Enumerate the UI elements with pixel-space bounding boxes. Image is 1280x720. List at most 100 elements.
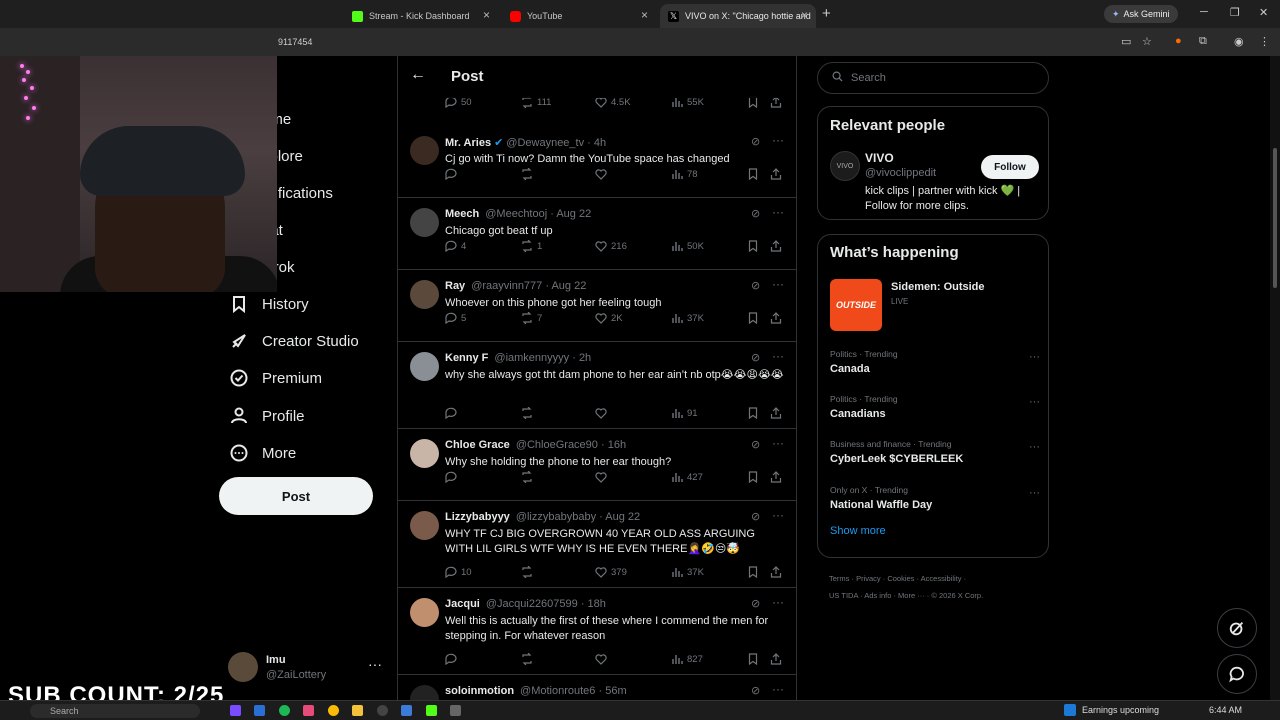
like-button[interactable] bbox=[595, 407, 611, 419]
author-name[interactable]: Chloe Grace bbox=[445, 439, 510, 451]
views-button[interactable]: 78 bbox=[671, 168, 698, 180]
repost-button[interactable] bbox=[521, 566, 537, 578]
close-tab-icon[interactable]: × bbox=[483, 8, 490, 22]
relevant-person-name[interactable]: VIVO bbox=[865, 151, 894, 165]
like-button[interactable]: 216 bbox=[595, 240, 627, 252]
reply-post[interactable]: Chloe Grace @ChloeGrace90 · 16h ⊘ ··· Why sh… bbox=[398, 429, 796, 501]
share-icon[interactable] bbox=[770, 653, 786, 665]
trend-item[interactable]: Business and finance · Trending CyberLee… bbox=[830, 439, 1040, 465]
grok-explain-icon[interactable]: ⊘ bbox=[751, 135, 760, 148]
post-time[interactable]: · 2h bbox=[572, 352, 591, 364]
views-button[interactable]: 91 bbox=[671, 407, 698, 419]
reply-button[interactable]: 4 bbox=[445, 240, 466, 252]
bookmark-icon[interactable] bbox=[747, 471, 763, 483]
bookmark-icon[interactable] bbox=[747, 240, 763, 252]
repost-button[interactable]: 7 bbox=[521, 312, 542, 324]
reply-button[interactable]: 5 bbox=[445, 312, 466, 324]
reply-post[interactable]: Meech @Meechtooj · Aug 22 ⊘ ··· Chicago got … bbox=[398, 198, 796, 270]
share-icon[interactable] bbox=[770, 407, 786, 419]
like-button[interactable] bbox=[595, 168, 611, 180]
post-time[interactable]: · Aug 22 bbox=[545, 280, 586, 292]
bookmark-icon[interactable] bbox=[747, 566, 763, 578]
more-options-icon[interactable]: ··· bbox=[772, 349, 784, 363]
live-event-thumbnail[interactable]: OUTSIDE bbox=[830, 279, 882, 331]
close-tab-icon[interactable]: × bbox=[641, 8, 648, 22]
follow-button[interactable]: Follow bbox=[981, 155, 1039, 179]
more-options-icon[interactable]: ··· bbox=[772, 682, 784, 696]
views-button[interactable]: 37K bbox=[671, 566, 704, 578]
avatar[interactable] bbox=[410, 598, 439, 627]
minimize-icon[interactable]: ─ bbox=[1200, 6, 1208, 18]
reply-post[interactable]: Kenny F @iamkennyyyy · 2h ⊘ ··· why she alwa… bbox=[398, 342, 796, 429]
like-button[interactable] bbox=[595, 471, 611, 483]
bookmark-star-icon[interactable]: ☆ bbox=[1142, 35, 1152, 48]
post-time[interactable]: · 4h bbox=[587, 137, 606, 149]
post-time[interactable]: · 56m bbox=[598, 685, 626, 697]
author-handle[interactable]: @lizzybabybaby bbox=[516, 511, 596, 523]
taskbar-app-icon[interactable] bbox=[303, 705, 314, 716]
avatar[interactable] bbox=[410, 208, 439, 237]
views-button[interactable]: 827 bbox=[671, 653, 703, 665]
earnings-widget[interactable]: Earnings upcoming bbox=[1064, 704, 1159, 716]
bookmark-icon[interactable] bbox=[747, 168, 763, 180]
close-window-icon[interactable]: ✕ bbox=[1259, 6, 1268, 19]
author-name[interactable]: Lizzybabyyy bbox=[445, 511, 510, 523]
post-time[interactable]: · Aug 22 bbox=[550, 208, 591, 220]
account-switcher[interactable]: Imu @ZaiLottery ··· bbox=[228, 650, 388, 686]
views-button[interactable]: 50K bbox=[671, 240, 704, 252]
chrome-menu-icon[interactable]: ⋮ bbox=[1259, 35, 1270, 48]
file-explorer-icon[interactable] bbox=[352, 705, 363, 716]
author-handle[interactable]: @raayvinn777 bbox=[471, 280, 542, 292]
trend-item[interactable]: Politics · Trending Canadians ··· bbox=[830, 394, 1040, 420]
trend-more-icon[interactable]: ··· bbox=[1029, 487, 1040, 499]
author-handle[interactable]: @Jacqui22607599 bbox=[486, 598, 578, 610]
nav-more[interactable]: More bbox=[228, 438, 296, 468]
nav-premium[interactable]: Premium bbox=[228, 363, 322, 393]
reply-button[interactable]: 10 bbox=[445, 566, 472, 578]
author-name[interactable]: Meech bbox=[445, 208, 479, 220]
share-icon[interactable] bbox=[770, 471, 786, 483]
bookmark-icon[interactable] bbox=[747, 407, 763, 419]
restore-icon[interactable]: ❐ bbox=[1230, 6, 1240, 19]
author-handle[interactable]: @Dewaynee_tv bbox=[506, 137, 584, 149]
grok-explain-icon[interactable]: ⊘ bbox=[751, 510, 760, 523]
nav-history[interactable]: History bbox=[228, 289, 309, 319]
more-options-icon[interactable]: ··· bbox=[772, 508, 784, 522]
taskbar-app-icon[interactable] bbox=[450, 705, 461, 716]
reply-post[interactable]: Mr. Aries ✔ @Dewaynee_tv · 4h ⊘ ··· Cj go wit… bbox=[398, 126, 796, 198]
grok-explain-icon[interactable]: ⊘ bbox=[751, 351, 760, 364]
grok-fab-button[interactable] bbox=[1217, 608, 1257, 648]
author-name[interactable]: Kenny F bbox=[445, 352, 488, 364]
avatar[interactable] bbox=[410, 439, 439, 468]
more-options-icon[interactable]: ··· bbox=[772, 277, 784, 291]
repost-button[interactable] bbox=[521, 407, 537, 419]
author-name[interactable]: Ray bbox=[445, 280, 465, 292]
repost-button[interactable] bbox=[521, 168, 537, 180]
repost-button[interactable] bbox=[521, 471, 537, 483]
tab-vivo-on-x[interactable]: 𝕏 VIVO on X: "Chicago hottie and × bbox=[660, 4, 816, 28]
more-options-icon[interactable]: ··· bbox=[772, 595, 784, 609]
trend-more-icon[interactable]: ··· bbox=[1029, 396, 1040, 408]
close-tab-icon[interactable]: × bbox=[801, 8, 808, 22]
trend-more-icon[interactable]: ··· bbox=[1029, 351, 1040, 363]
avatar[interactable] bbox=[410, 352, 439, 381]
avatar[interactable] bbox=[410, 280, 439, 309]
grok-explain-icon[interactable]: ⊘ bbox=[751, 597, 760, 610]
avatar[interactable] bbox=[410, 685, 439, 700]
chrome-icon[interactable] bbox=[328, 705, 339, 716]
reply-button[interactable] bbox=[445, 471, 461, 483]
reply-post[interactable]: Lizzybabyyy @lizzybabybaby · Aug 22 ⊘ ··· WH… bbox=[398, 501, 796, 588]
cast-icon[interactable]: ▭ bbox=[1121, 35, 1131, 48]
author-handle[interactable]: @Meechtooj bbox=[485, 208, 547, 220]
new-tab-button[interactable]: + bbox=[822, 5, 831, 22]
avatar[interactable] bbox=[410, 511, 439, 540]
trend-item[interactable]: Politics · Trending Canada ··· bbox=[830, 349, 1040, 375]
grok-explain-icon[interactable]: ⊘ bbox=[751, 279, 760, 292]
taskbar-app-icon[interactable] bbox=[426, 705, 437, 716]
avatar[interactable] bbox=[410, 136, 439, 165]
author-name[interactable]: Mr. Aries bbox=[445, 137, 491, 149]
author-name[interactable]: soloinmotion bbox=[445, 685, 514, 697]
messages-fab-button[interactable] bbox=[1217, 654, 1257, 694]
back-arrow-icon[interactable]: ← bbox=[410, 66, 426, 84]
nav-profile[interactable]: Profile bbox=[228, 401, 305, 431]
